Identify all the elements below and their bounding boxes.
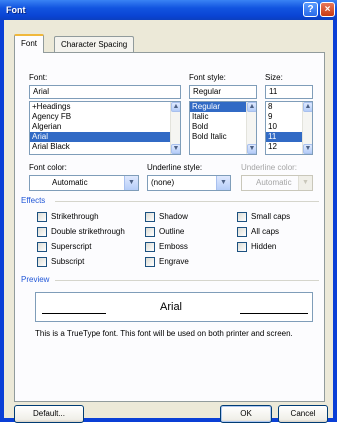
tab-character-spacing[interactable]: Character Spacing bbox=[54, 36, 135, 52]
font-color-label: Font color: bbox=[29, 163, 67, 172]
font-style-input[interactable]: Regular bbox=[189, 85, 257, 99]
cancel-button[interactable]: Cancel bbox=[278, 405, 328, 423]
font-list-item[interactable]: Agency FB bbox=[30, 112, 180, 122]
underline-style-label: Underline style: bbox=[147, 163, 203, 172]
font-style-label: Font style: bbox=[189, 73, 226, 82]
underline-style-select[interactable]: (none) ▼ bbox=[147, 175, 231, 191]
font-tab-panel: Font: Arial +Headings Agency FB Algerian… bbox=[14, 52, 325, 402]
underline-style-value: (none) bbox=[151, 178, 175, 187]
font-color-select[interactable]: Automatic ▼ bbox=[29, 175, 139, 191]
underline-color-value: Automatic bbox=[256, 178, 292, 187]
scroll-up-icon[interactable]: ▲ bbox=[303, 102, 312, 112]
preview-box: Arial bbox=[35, 292, 313, 322]
help-button[interactable]: ? bbox=[303, 2, 318, 17]
font-list-item-selected[interactable]: Arial bbox=[30, 132, 180, 142]
scroll-down-icon[interactable]: ▼ bbox=[171, 144, 180, 154]
style-list-scrollbar[interactable]: ▲ ▼ bbox=[246, 102, 256, 154]
dialog-body: Font Character Spacing Font: Arial +Head… bbox=[4, 20, 333, 423]
effects-divider bbox=[55, 201, 319, 202]
font-list-item[interactable]: Arial Black bbox=[30, 142, 180, 152]
scroll-up-icon[interactable]: ▲ bbox=[171, 102, 180, 112]
scroll-down-icon[interactable]: ▼ bbox=[247, 144, 256, 154]
font-list-scrollbar[interactable]: ▲ ▼ bbox=[170, 102, 180, 154]
chevron-down-icon[interactable]: ▼ bbox=[216, 176, 230, 190]
font-label: Font: bbox=[29, 73, 48, 82]
preview-sample-text: Arial bbox=[160, 301, 183, 313]
chevron-down-icon[interactable]: ▼ bbox=[124, 176, 138, 190]
font-list[interactable]: +Headings Agency FB Algerian Arial Arial… bbox=[29, 101, 181, 155]
tab-font[interactable]: Font bbox=[14, 34, 45, 53]
font-list-item[interactable]: +Headings bbox=[30, 102, 180, 112]
preview-baseline-right bbox=[240, 313, 308, 314]
underline-color-select: Automatic ▼ bbox=[241, 175, 313, 191]
scroll-down-icon[interactable]: ▼ bbox=[303, 144, 312, 154]
size-list[interactable]: 8 9 10 11 12 ▲ ▼ bbox=[265, 101, 313, 155]
font-dialog: Font ? × Font Character Spacing Font: Ar… bbox=[0, 0, 337, 423]
preview-note: This is a TrueType font. This font will … bbox=[35, 329, 293, 338]
underline-color-label: Underline color: bbox=[241, 163, 298, 172]
font-list-item[interactable]: Algerian bbox=[30, 122, 180, 132]
default-button[interactable]: Default... bbox=[14, 405, 84, 423]
window-title: Font bbox=[6, 5, 26, 15]
font-color-value: Automatic bbox=[52, 178, 88, 187]
font-input[interactable]: Arial bbox=[29, 85, 181, 99]
scroll-up-icon[interactable]: ▲ bbox=[247, 102, 256, 112]
size-list-scrollbar[interactable]: ▲ ▼ bbox=[302, 102, 312, 154]
font-style-list[interactable]: Regular Italic Bold Bold Italic ▲ ▼ bbox=[189, 101, 257, 155]
size-label: Size: bbox=[265, 73, 283, 82]
chevron-down-icon: ▼ bbox=[298, 176, 312, 190]
close-button[interactable]: × bbox=[320, 2, 335, 17]
preview-baseline-left bbox=[42, 313, 106, 314]
preview-header: Preview bbox=[21, 275, 50, 284]
preview-divider bbox=[55, 280, 319, 281]
ok-button[interactable]: OK bbox=[220, 405, 272, 423]
size-input[interactable]: 11 bbox=[265, 85, 313, 99]
effects-header: Effects bbox=[21, 196, 46, 205]
title-bar[interactable]: Font ? × bbox=[0, 0, 337, 20]
